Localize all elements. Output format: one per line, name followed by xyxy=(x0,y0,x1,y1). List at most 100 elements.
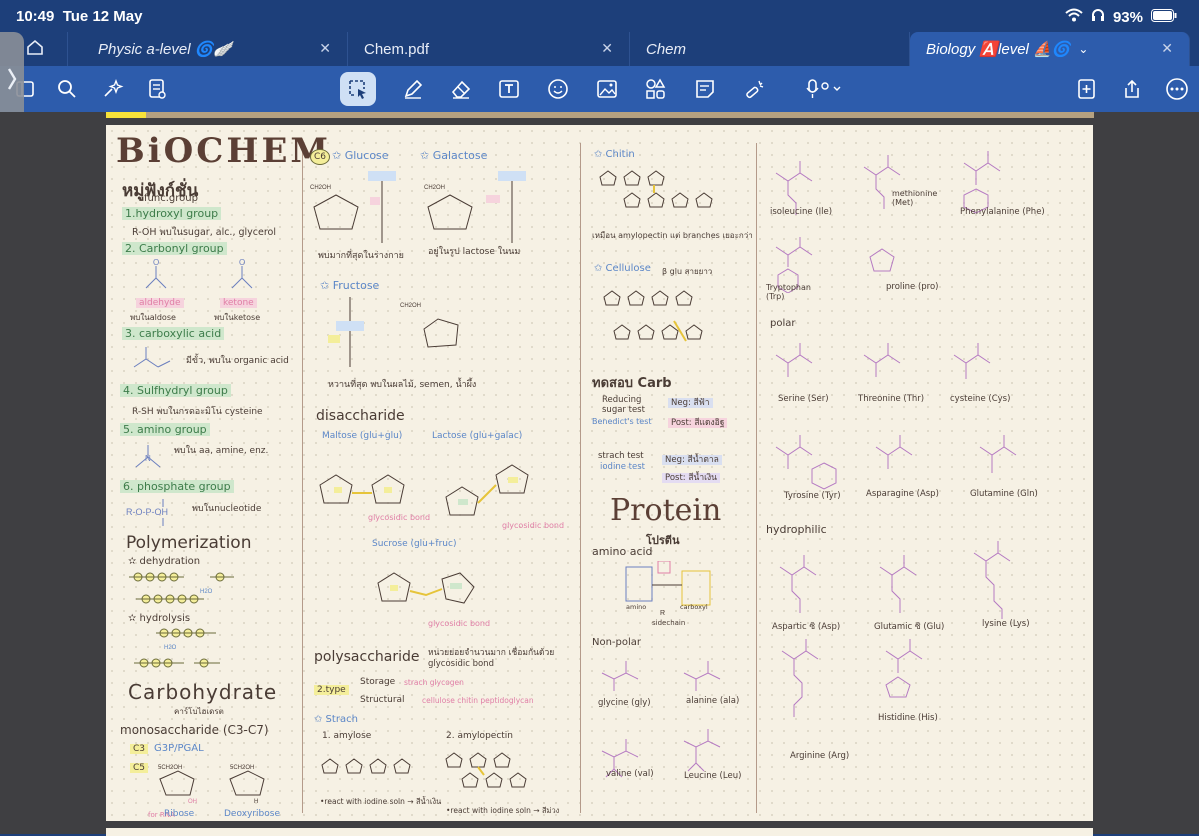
label: Phenylalanine (Phe) xyxy=(960,207,1045,217)
microphone-icon[interactable] xyxy=(800,74,850,104)
label: aldehyde xyxy=(136,298,184,308)
ai-sparkle-icon[interactable] xyxy=(98,74,128,104)
label: Post: สีแดงอิฐ xyxy=(668,418,728,428)
note-text: พบในaldose xyxy=(130,313,176,322)
chevron-down-icon[interactable]: ⌄ xyxy=(1078,42,1088,56)
label: carboxyl xyxy=(680,603,708,611)
close-icon[interactable]: ✕ xyxy=(1161,40,1173,57)
document-icon[interactable] xyxy=(142,74,172,104)
label: C5 xyxy=(130,763,149,773)
svg-text:5CH2OH: 5CH2OH xyxy=(230,765,254,771)
canvas-area[interactable]: BiOCHEM หมู่ฟังก์ชั่น func.group 1.hydro… xyxy=(0,112,1199,836)
label: ✩ Fructose xyxy=(320,279,380,292)
label: Histidine (His) xyxy=(878,713,938,723)
label: ✩ Chitin xyxy=(594,149,635,160)
notebook-page[interactable]: BiOCHEM หมู่ฟังก์ชั่น func.group 1.hydro… xyxy=(106,125,1093,821)
tab-chem[interactable]: Chem xyxy=(630,32,910,66)
tab-label: Chem.pdf xyxy=(364,40,430,58)
pen-icon[interactable] xyxy=(398,74,428,104)
note-text: หน่วยย่อยจำนวนมาก เชื่อมกันด้วย glycosid… xyxy=(428,648,555,669)
phosphate-structure-icon: R-O-P-OH xyxy=(126,499,168,526)
cellulose-structure-icon xyxy=(603,290,703,342)
toolbar xyxy=(0,66,1199,112)
subheading: amino acid xyxy=(592,545,653,558)
note-text: พบในketose xyxy=(214,313,261,322)
tab-label: Chem xyxy=(646,40,687,58)
sticky-note-icon[interactable] xyxy=(690,74,720,104)
status-bar: 10:49 Tue 12 May 93% xyxy=(0,0,1199,30)
shapes-icon[interactable] xyxy=(641,74,671,104)
label: ✩ Strach xyxy=(314,714,358,725)
heading: disaccharide xyxy=(316,408,405,424)
label: Arginine (Arg) xyxy=(790,751,850,761)
svg-text:R: R xyxy=(660,610,665,617)
svg-text:H2O: H2O xyxy=(200,589,213,595)
tab-chem-pdf[interactable]: Chem.pdf ✕ xyxy=(348,32,630,66)
text-box-icon[interactable] xyxy=(494,74,524,104)
label: ketone xyxy=(220,298,257,308)
svg-text:R-O-P-OH: R-O-P-OH xyxy=(126,507,168,517)
svg-text:H2O: H2O xyxy=(164,645,177,651)
lasso-icon[interactable] xyxy=(340,72,376,106)
section-label: 4. Sulfhydryl group xyxy=(120,384,231,397)
close-icon[interactable]: ✕ xyxy=(319,40,331,57)
sucrose-structure-icon xyxy=(377,572,475,604)
subheading: ✫ dehydration xyxy=(128,556,201,567)
note-text: glycosidic bond xyxy=(502,521,565,530)
tab-bar: Physic a-level 🌀🪽 ✕ Chem.pdf ✕ Chem Biol… xyxy=(0,32,1199,66)
label: Storage xyxy=(360,677,396,687)
note-text: พบใน aa, amine, enz. xyxy=(174,446,269,456)
sticker-icon[interactable] xyxy=(543,74,573,104)
subheading: polar xyxy=(770,318,796,329)
svg-text:N: N xyxy=(145,454,151,463)
label: alanine (ala) xyxy=(686,696,740,706)
image-icon[interactable] xyxy=(592,74,622,104)
note-text: iodine test xyxy=(600,462,645,472)
tab-physics[interactable]: Physic a-level 🌀🪽 ✕ xyxy=(68,32,348,66)
column-divider xyxy=(580,143,581,813)
dehydration-diagram-icon: H2O xyxy=(129,572,234,604)
label: Glutamic ซิ (Glu) xyxy=(874,622,945,632)
amine-structure-icon: N xyxy=(135,445,161,468)
close-icon[interactable]: ✕ xyxy=(601,40,613,57)
share-icon[interactable] xyxy=(1117,74,1147,104)
note-text: strach test xyxy=(598,451,644,461)
carboxyl-structure-icon xyxy=(133,347,171,368)
laser-pointer-icon[interactable] xyxy=(739,74,769,104)
heading: polysaccharide xyxy=(314,649,420,665)
label: 1. amylose xyxy=(322,731,372,741)
label: Maltose (glu+glu) xyxy=(322,431,403,441)
eraser-icon[interactable] xyxy=(446,74,476,104)
column-divider xyxy=(302,143,303,813)
column-divider xyxy=(756,143,757,813)
note-text: •react with iodine soln → สีน้ำเงิน xyxy=(320,797,442,806)
label: amino xyxy=(626,603,647,611)
more-icon[interactable] xyxy=(1162,74,1192,104)
note-text: Reducing sugar test xyxy=(602,395,645,415)
search-icon[interactable] xyxy=(52,74,82,104)
label: Tyrosine (Tyr) xyxy=(784,491,841,501)
note-text: มีขั้ว, พบใน organic acid xyxy=(186,356,289,366)
subheading: func.group xyxy=(144,193,198,204)
svg-text:O: O xyxy=(153,258,159,267)
label: Glutamine (Gln) xyxy=(970,489,1038,499)
note-text: พบมากที่สุดในร่างกาย xyxy=(318,251,404,261)
previous-page-edge xyxy=(106,112,1094,118)
label: glycine (gly) xyxy=(598,698,651,708)
c6-badge: C6 xyxy=(310,149,331,165)
label: ✩ Glucose xyxy=(332,149,389,162)
label: Sucrose (glu+fruc) xyxy=(372,539,457,549)
tab-biology[interactable]: Biology 🅰️level ⛵🌀 ⌄ ✕ xyxy=(910,32,1190,66)
note-text: strach glycogen xyxy=(404,678,464,687)
tab-label: Biology 🅰️level ⛵🌀 xyxy=(926,41,1071,58)
heading: Carbohydrate xyxy=(128,680,278,704)
note-text: อยู่ในรูป lactose ในนม xyxy=(428,247,521,257)
next-page-edge xyxy=(106,828,1093,836)
battery-percent: 93% xyxy=(1112,8,1143,26)
home-icon xyxy=(26,38,44,60)
label: Serine (Ser) xyxy=(778,394,829,404)
add-page-icon[interactable] xyxy=(1072,74,1102,104)
fructose-structure-icon: CH2OH xyxy=(328,297,459,367)
note-text: β glu สายยาว xyxy=(662,267,713,276)
label: proline (pro) xyxy=(886,282,939,292)
